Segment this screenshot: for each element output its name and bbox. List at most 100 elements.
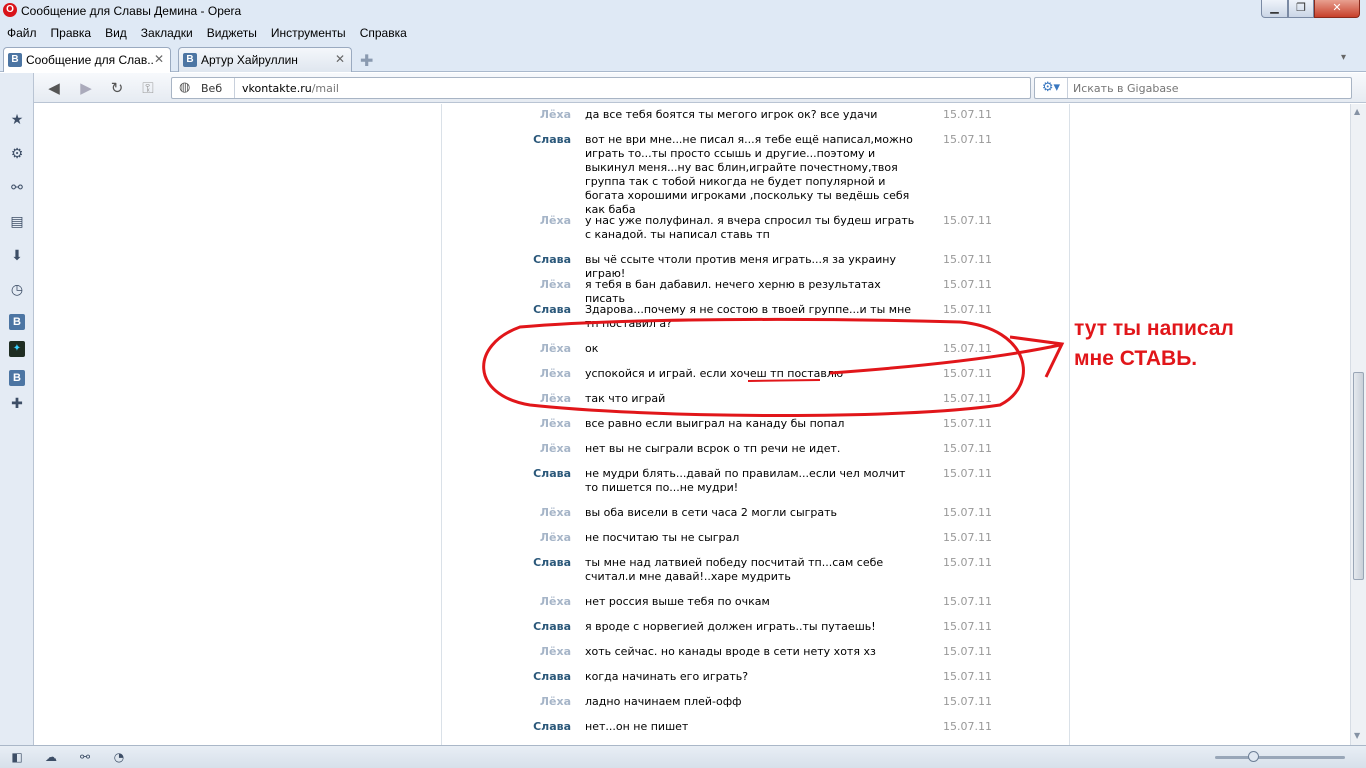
tab-message[interactable]: В Сообщение для Слав... ✕ <box>3 47 171 72</box>
address-domain: vkontakte.ru <box>242 82 312 95</box>
message-date: 15.07.11 <box>943 108 992 121</box>
scroll-up-icon[interactable]: ▲ <box>1354 107 1360 116</box>
menu-file[interactable]: Файл <box>0 22 44 44</box>
vk-icon[interactable]: В <box>9 314 25 330</box>
tab-bar: В Сообщение для Слав... ✕ В Артур Хайрул… <box>0 44 1366 72</box>
new-tab-icon[interactable]: ✚ <box>360 51 373 70</box>
vk-favicon-icon: В <box>8 53 22 67</box>
message-author[interactable]: Лёха <box>540 506 571 520</box>
message-date: 15.07.11 <box>943 720 992 733</box>
message-author[interactable]: Слава <box>533 720 571 734</box>
menu-edit[interactable]: Правка <box>44 22 99 44</box>
message-date: 15.07.11 <box>943 367 992 380</box>
close-tab-icon[interactable]: ✕ <box>154 52 164 66</box>
game-icon[interactable]: ✦ <box>9 341 25 357</box>
message-text: Здарова...почему я не состою в твоей гру… <box>585 303 912 330</box>
key-icon[interactable]: ⚿ <box>138 78 158 98</box>
message-text: так что играй <box>585 392 666 405</box>
notes-icon[interactable]: ▤ <box>8 213 26 231</box>
message-date: 15.07.11 <box>943 620 992 633</box>
gear-icon[interactable]: ⚙ <box>8 145 26 163</box>
message-text: не посчитаю ты не сыграл <box>585 531 740 544</box>
message-author[interactable]: Слава <box>533 133 571 147</box>
message-text: я тебя в бан дабавил. нечего херню в рез… <box>585 278 881 305</box>
unite-icon[interactable]: ⚯ <box>76 749 94 765</box>
message-author[interactable]: Слава <box>533 620 571 634</box>
reload-icon[interactable]: ↻ <box>107 78 127 98</box>
message-author[interactable]: Лёха <box>540 531 571 545</box>
message-date: 15.07.11 <box>943 531 992 544</box>
message-text: да все тебя боятся ты мегого игрок ок? в… <box>585 108 878 121</box>
back-icon[interactable]: ◀ <box>44 78 64 98</box>
message-author[interactable]: Слава <box>533 467 571 481</box>
menu-bar: Файл Правка Вид Закладки Виджеты Инструм… <box>0 22 422 44</box>
message-author[interactable]: Лёха <box>540 442 571 456</box>
status-bar: ◧ ☁ ⚯ ◔ <box>0 745 1366 768</box>
share-icon[interactable]: ⚯ <box>8 179 26 197</box>
globe-icon: ◍ <box>179 80 191 95</box>
history-icon[interactable]: ◷ <box>8 281 26 299</box>
address-url[interactable]: vkontakte.ru/mail <box>242 82 339 95</box>
message-author[interactable]: Лёха <box>540 645 571 659</box>
panel-toggle-icon[interactable]: ◧ <box>8 749 26 765</box>
search-box[interactable]: ⚙▾ <box>1034 77 1352 99</box>
message-text: хоть сейчас. но канады вроде в сети нету… <box>585 645 876 658</box>
message-text: вы оба висели в сети часа 2 могли сыграт… <box>585 506 838 519</box>
address-bar[interactable]: ◍ Веб vkontakte.ru/mail <box>171 77 1031 99</box>
menu-widgets[interactable]: Виджеты <box>200 22 264 44</box>
vk-favicon-icon: В <box>183 53 197 67</box>
close-window-button[interactable]: ✕ <box>1314 0 1360 18</box>
address-separator <box>234 78 235 98</box>
message-author[interactable]: Слава <box>533 303 571 317</box>
maximize-button[interactable]: ❐ <box>1288 0 1314 18</box>
message-text: вот не ври мне...не писал я...я тебе ещё… <box>585 133 913 216</box>
download-icon[interactable]: ⬇ <box>8 247 26 265</box>
menu-bar-filler <box>422 22 1366 44</box>
address-scope-label: Веб <box>201 82 223 95</box>
speed-icon[interactable]: ◔ <box>110 749 128 765</box>
message-author[interactable]: Лёха <box>540 342 571 356</box>
window-title: Сообщение для Славы Демина - Opera <box>21 4 242 18</box>
cloud-icon[interactable]: ☁ <box>42 749 60 765</box>
message-author[interactable]: Лёха <box>540 695 571 709</box>
menu-view[interactable]: Вид <box>98 22 134 44</box>
message-author[interactable]: Лёха <box>540 367 571 381</box>
message-author[interactable]: Слава <box>533 253 571 267</box>
menu-bookmarks[interactable]: Закладки <box>134 22 200 44</box>
message-author[interactable]: Лёха <box>540 108 571 122</box>
side-panel: ★ ⚙ ⚯ ▤ ⬇ ◷ В ✦ В ✚ <box>0 73 34 745</box>
message-author[interactable]: Лёха <box>540 214 571 228</box>
message-text: когда начинать его играть? <box>585 670 749 683</box>
message-author[interactable]: Лёха <box>540 392 571 406</box>
scroll-thumb[interactable] <box>1353 372 1364 580</box>
search-engine-icon[interactable]: ⚙▾ <box>1035 78 1068 98</box>
zoom-slider[interactable] <box>1215 751 1345 762</box>
address-path: /mail <box>311 82 339 95</box>
add-icon[interactable]: ✚ <box>8 395 26 413</box>
message-author[interactable]: Слава <box>533 556 571 570</box>
message-date: 15.07.11 <box>943 278 992 291</box>
message-author[interactable]: Лёха <box>540 595 571 609</box>
tab-artur[interactable]: В Артур Хайруллин ✕ <box>178 47 352 72</box>
message-text: успокойся и играй. если хочеш тп поставл… <box>585 367 844 380</box>
close-tab-icon[interactable]: ✕ <box>335 52 345 66</box>
vk-icon[interactable]: В <box>9 370 25 386</box>
message-author[interactable]: Слава <box>533 670 571 684</box>
scrollbar[interactable]: ▲ ▼ <box>1350 104 1366 745</box>
star-icon[interactable]: ★ <box>8 111 26 129</box>
message-text: ладно начинаем плей-офф <box>585 695 742 708</box>
message-text: вы чё ссыте чтоли против меня играть...я… <box>585 253 896 280</box>
menu-help[interactable]: Справка <box>353 22 414 44</box>
message-text: у нас уже полуфинал. я вчера спросил ты … <box>585 214 915 241</box>
message-author[interactable]: Лёха <box>540 417 571 431</box>
menu-tools[interactable]: Инструменты <box>264 22 353 44</box>
scroll-down-icon[interactable]: ▼ <box>1354 731 1360 740</box>
tab-menu-icon[interactable]: ▾ <box>1341 52 1346 63</box>
message-text: ты мне над латвией победу посчитай тп...… <box>585 556 884 583</box>
message-author[interactable]: Лёха <box>540 278 571 292</box>
zoom-slider-knob[interactable] <box>1248 751 1259 762</box>
message-date: 15.07.11 <box>943 556 992 569</box>
minimize-button[interactable]: ▁ <box>1261 0 1288 18</box>
forward-icon[interactable]: ▶ <box>76 78 96 98</box>
search-input[interactable] <box>1073 80 1343 96</box>
